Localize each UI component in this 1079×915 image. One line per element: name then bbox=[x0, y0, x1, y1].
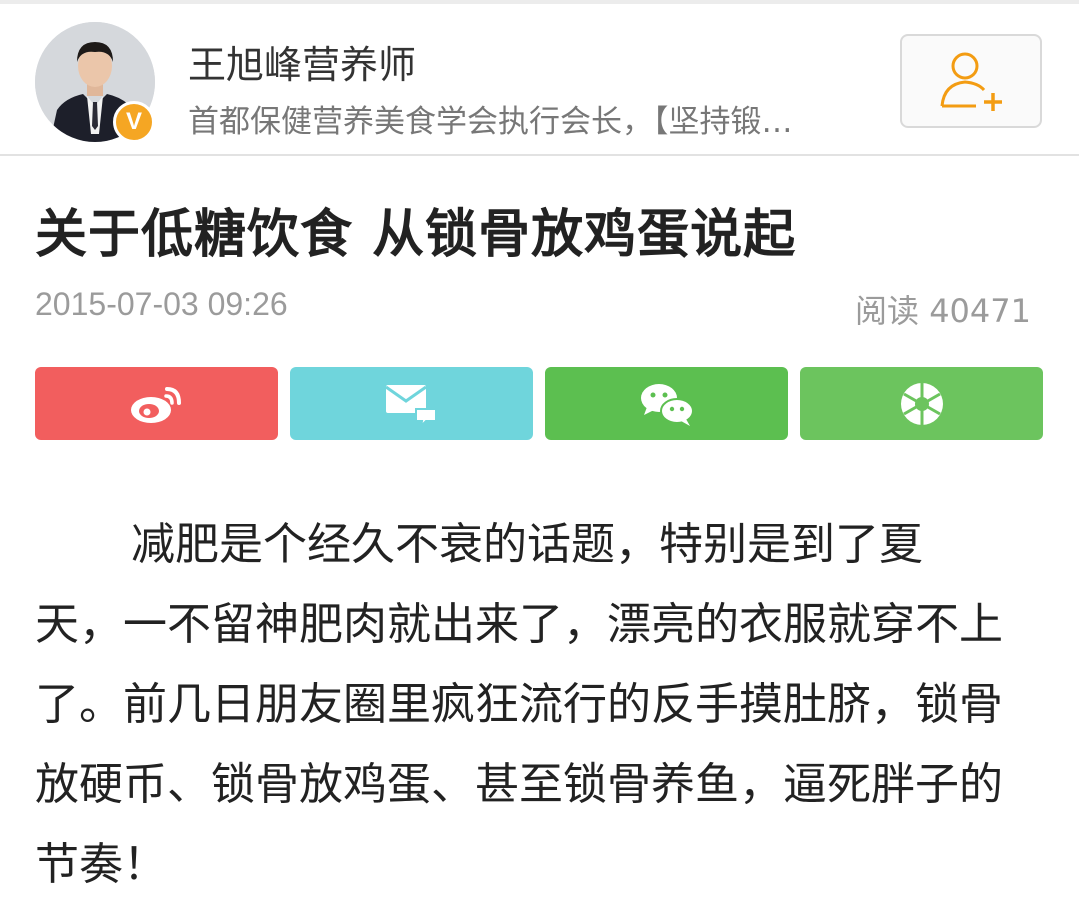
share-wechat-button[interactable] bbox=[545, 367, 788, 440]
article-title: 关于低糖饮食 从锁骨放鸡蛋说起 bbox=[35, 205, 797, 265]
moments-icon bbox=[900, 382, 943, 425]
share-moments-button[interactable] bbox=[800, 367, 1043, 440]
mail-icon bbox=[384, 384, 437, 427]
author-description: 首都保健营养美食学会执行会长，【坚持锻… bbox=[188, 104, 793, 140]
author-name[interactable]: 王旭峰营养师 bbox=[188, 34, 416, 89]
read-count: 阅读 40471 bbox=[855, 292, 1031, 330]
add-user-icon bbox=[940, 52, 1002, 111]
author-header: V 王旭峰营养师 首都保健营养美食学会执行会长，【坚持锻… bbox=[0, 4, 1079, 156]
publish-date: 2015-07-03 09:26 bbox=[35, 286, 288, 322]
article-body: 减肥是个经久不衰的话题，特别是到了夏天，一不留神肥肉就出来了，漂亮的衣服就穿不上… bbox=[35, 519, 1003, 890]
weibo-icon bbox=[130, 386, 181, 423]
follow-button[interactable] bbox=[900, 34, 1042, 128]
share-email-button[interactable] bbox=[290, 367, 533, 440]
wechat-icon bbox=[640, 383, 694, 426]
verified-badge-icon: V bbox=[113, 101, 155, 143]
share-weibo-button[interactable] bbox=[35, 367, 278, 440]
